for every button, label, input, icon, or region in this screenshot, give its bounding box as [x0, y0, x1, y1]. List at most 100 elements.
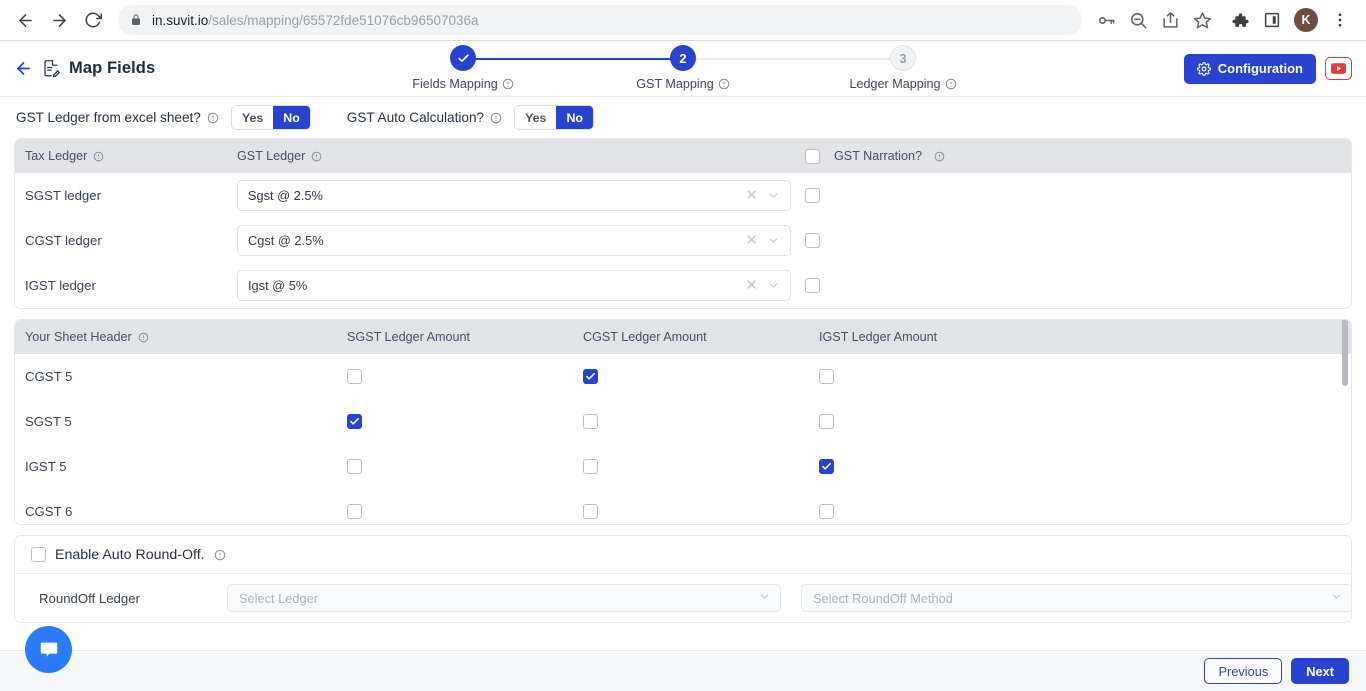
step-ledger-mapping[interactable]: 3 Ledger Mapping — [823, 45, 983, 91]
row1-sgst-checkbox[interactable] — [347, 414, 362, 429]
row3-igst-checkbox[interactable] — [819, 504, 834, 519]
matrix-scrollbar-thumb[interactable] — [1342, 320, 1348, 386]
th-tax-ledger: Tax Ledger — [15, 149, 227, 163]
gst-excel-no-button[interactable]: No — [273, 106, 310, 129]
th-label: GST Ledger — [237, 149, 306, 163]
clear-x-icon[interactable]: ✕ — [736, 233, 767, 248]
th-label: Tax Ledger — [25, 149, 88, 163]
chat-support-button[interactable] — [25, 626, 72, 673]
clear-x-icon[interactable]: ✕ — [736, 278, 767, 293]
share-button[interactable] — [1155, 5, 1185, 35]
chevron-down-icon[interactable] — [767, 279, 782, 292]
cgst-amount-cell — [573, 504, 809, 519]
app-back-button[interactable] — [10, 56, 36, 82]
url-path: /sales/mapping/65572fde51076cb96507036a — [208, 12, 479, 28]
igst-ledger-select[interactable]: Igst @ 5% ✕ — [237, 270, 791, 301]
app-header: Map Fields Fields Mapping 2 GST Mapping — [0, 41, 1366, 97]
step-badge: 3 — [890, 45, 916, 71]
split-screen-icon — [1264, 12, 1280, 28]
sgst-narration-checkbox[interactable] — [805, 188, 820, 203]
gst-narration-select-all-checkbox[interactable] — [805, 148, 820, 164]
youtube-help-button[interactable] — [1325, 57, 1352, 80]
chevron-down-icon[interactable] — [767, 189, 782, 202]
back-arrow-icon — [16, 62, 30, 75]
profile-avatar[interactable]: K — [1294, 8, 1318, 32]
url-domain: in.suvit.io — [152, 12, 209, 28]
chevron-down-icon[interactable] — [767, 234, 782, 247]
matrix-scrollbar[interactable] — [1342, 320, 1349, 524]
sgst-amount-cell — [337, 459, 573, 474]
row2-cgst-checkbox[interactable] — [583, 459, 598, 474]
gst-auto-yes-button[interactable]: Yes — [515, 106, 557, 129]
enable-auto-roundoff-checkbox[interactable] — [31, 547, 46, 562]
lock-glyph — [132, 14, 140, 25]
gst-auto-no-button[interactable]: No — [556, 106, 593, 129]
info-icon — [312, 151, 322, 161]
bookmark-button[interactable] — [1187, 5, 1217, 35]
sheet-header-matrix-panel: Your Sheet Header SGST Ledger Amount CGS… — [14, 319, 1352, 525]
chevron-down-icon[interactable] — [1330, 590, 1343, 606]
cgst-ledger-select[interactable]: Cgst @ 2.5% ✕ — [237, 225, 791, 256]
step-gst-mapping[interactable]: 2 GST Mapping — [603, 45, 763, 91]
row1-igst-checkbox[interactable] — [819, 414, 834, 429]
step-fields-mapping[interactable]: Fields Mapping — [383, 45, 543, 91]
row0-igst-checkbox[interactable] — [819, 369, 834, 384]
back-arrow-icon — [18, 13, 32, 27]
gst-ledger-from-excel-label: GST Ledger from excel sheet? — [16, 110, 219, 125]
row3-cgst-checkbox[interactable] — [583, 504, 598, 519]
row2-sgst-checkbox[interactable] — [347, 459, 362, 474]
sgst-ledger-select[interactable]: Sgst @ 2.5% ✕ — [237, 180, 791, 211]
cgst-narration-checkbox[interactable] — [805, 233, 820, 248]
gst-auto-calculation-toggle: Yes No — [514, 105, 594, 130]
clear-x-icon[interactable]: ✕ — [736, 188, 767, 203]
narration-cell — [795, 278, 1351, 293]
reload-button[interactable] — [78, 5, 108, 35]
info-icon — [490, 112, 502, 123]
wizard-footer: Previous Next — [0, 650, 1366, 691]
gst-ledger-from-excel-toggle: Yes No — [230, 105, 311, 130]
check-icon — [350, 417, 359, 425]
info-icon — [945, 78, 956, 90]
roundoff-ledger-row: RoundOff Ledger Select Ledger Select Rou… — [15, 574, 1351, 622]
igst-amount-cell — [809, 414, 1351, 429]
gst-ledger-cell: Sgst @ 2.5% ✕ — [227, 180, 795, 211]
roundoff-method-select[interactable]: Select RoundOff Method — [801, 584, 1351, 612]
forward-button[interactable] — [44, 5, 74, 35]
step-label-wrap: GST Mapping — [603, 77, 763, 91]
address-bar[interactable]: in.suvit.io/sales/mapping/65572fde51076c… — [118, 5, 1082, 35]
browser-toolbar: in.suvit.io/sales/mapping/65572fde51076c… — [0, 0, 1366, 41]
label-text: GST Auto Calculation? — [346, 110, 485, 125]
th-label: Your Sheet Header — [25, 330, 132, 344]
igst-narration-checkbox[interactable] — [805, 278, 820, 293]
back-button[interactable] — [10, 5, 40, 35]
row1-cgst-checkbox[interactable] — [583, 414, 598, 429]
matrix-scroll-area[interactable]: CGST 5 SGST 5 IGST 5 CGST 6 — [15, 354, 1351, 524]
configuration-button[interactable]: Configuration — [1183, 53, 1316, 84]
page-title: Map Fields — [69, 59, 156, 77]
kebab-menu-icon — [1338, 13, 1342, 27]
roundoff-ledger-select[interactable]: Select Ledger — [227, 584, 781, 612]
table-row: SGST 5 — [15, 399, 1351, 444]
cgst-amount-cell — [573, 369, 809, 384]
row0-cgst-checkbox[interactable] — [583, 369, 598, 384]
next-button[interactable]: Next — [1291, 658, 1349, 684]
extensions-button[interactable] — [1225, 5, 1255, 35]
chevron-down-icon[interactable] — [758, 590, 771, 606]
row2-igst-checkbox[interactable] — [819, 459, 834, 474]
roundoff-ledger-label: RoundOff Ledger — [39, 590, 140, 606]
th-sgst-ledger-amount: SGST Ledger Amount — [347, 330, 470, 344]
select-placeholder: Select Ledger — [239, 590, 318, 606]
browser-menu-button[interactable] — [1325, 5, 1355, 35]
row0-sgst-checkbox[interactable] — [347, 369, 362, 384]
zoom-out-button[interactable] — [1123, 5, 1153, 35]
lock-icon — [130, 13, 142, 27]
sheet-header-label: CGST 5 — [25, 369, 73, 384]
table-row: CGST 6 — [15, 489, 1351, 524]
gst-excel-yes-button[interactable]: Yes — [231, 106, 274, 129]
sheet-header-label: IGST 5 — [25, 459, 67, 474]
previous-button[interactable]: Previous — [1204, 658, 1283, 684]
password-key-button[interactable] — [1091, 5, 1121, 35]
tax-ledger-header-row: Tax Ledger GST Ledger GST Narration? — [15, 139, 1351, 173]
row3-sgst-checkbox[interactable] — [347, 504, 362, 519]
split-screen-button[interactable] — [1257, 5, 1287, 35]
